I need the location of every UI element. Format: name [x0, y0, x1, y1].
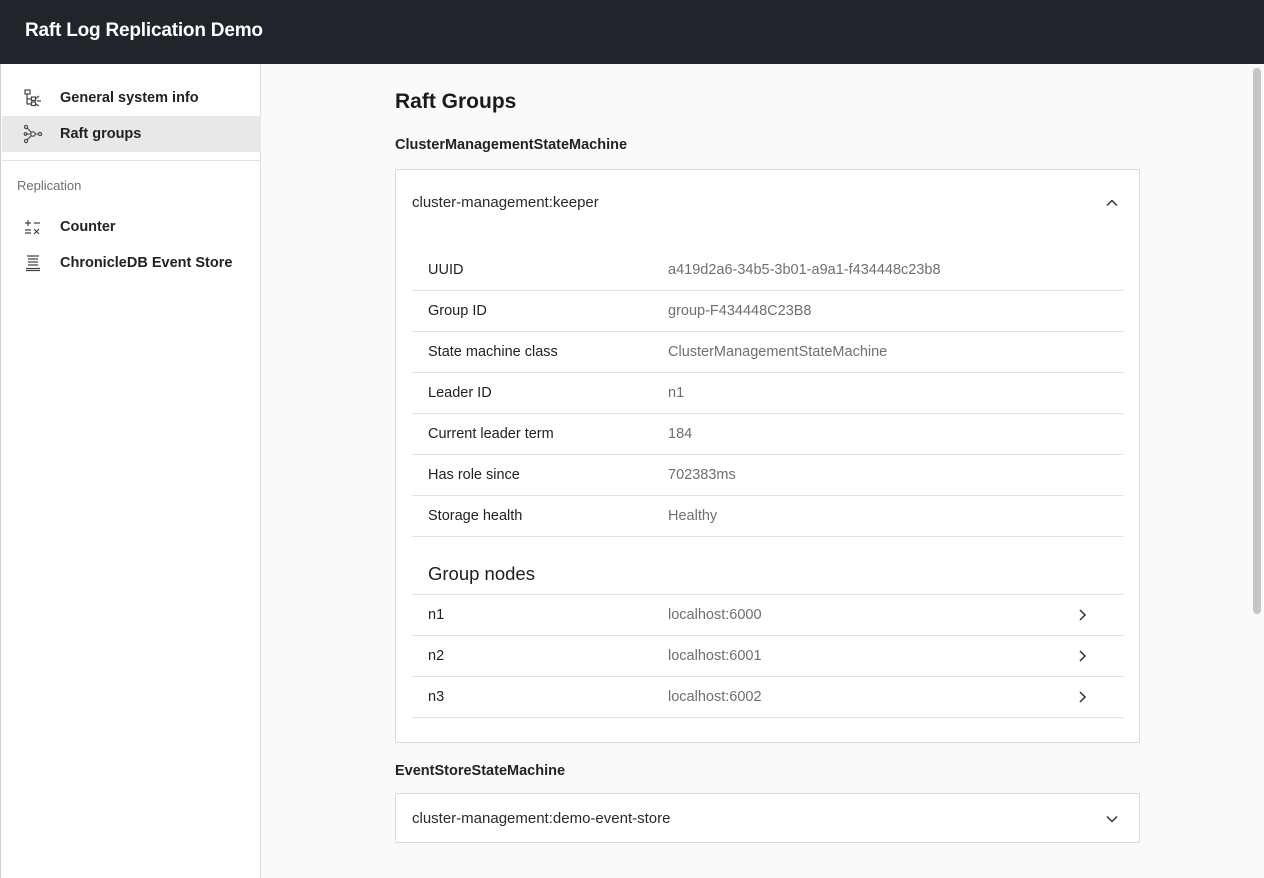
raft-group-panel-collapsed[interactable]: cluster-management:demo-event-store: [395, 793, 1140, 843]
detail-key: UUID: [428, 262, 464, 278]
detail-value: 184: [668, 426, 693, 442]
sidebar-item-chronicledb-event-store[interactable]: ChronicleDB Event Store: [2, 245, 261, 281]
sidebar-item-label: Counter: [60, 219, 116, 235]
counter-icon: [25, 220, 40, 235]
chevron-down-icon[interactable]: [1105, 812, 1119, 826]
node-id: n2: [428, 648, 445, 664]
node-address: localhost:6000: [668, 607, 762, 623]
detail-value: group-F434448C23B8: [668, 303, 812, 319]
raft-groups-icon: [23, 124, 43, 144]
group-heading: ClusterManagementStateMachine: [395, 137, 628, 153]
detail-key: Group ID: [428, 303, 487, 319]
detail-key: Current leader term: [428, 426, 554, 442]
node-address: localhost:6001: [668, 648, 762, 664]
group-heading: EventStoreStateMachine: [395, 763, 566, 779]
system-info-icon: [24, 89, 41, 107]
chevron-right-icon[interactable]: [1075, 690, 1089, 704]
detail-value: a419d2a6-34b5-3b01-a9a1-f434448c23b8: [668, 262, 941, 278]
chevron-up-icon[interactable]: [1105, 196, 1119, 210]
detail-row-uuid: UUID a419d2a6-34b5-3b01-a9a1-f434448c23b…: [412, 250, 1123, 291]
node-id: n1: [428, 607, 445, 623]
node-address: localhost:6002: [668, 689, 762, 705]
node-id: n3: [428, 689, 445, 705]
sidebar-divider: [2, 160, 261, 161]
detail-row-state-machine-class: State machine class ClusterManagementSta…: [412, 332, 1123, 373]
sidebar-item-label: ChronicleDB Event Store: [60, 255, 233, 271]
app-header: Raft Log Replication Demo: [0, 0, 1264, 64]
sidebar-section-label: Replication: [17, 178, 82, 193]
group-node-row[interactable]: n2 localhost:6001: [412, 636, 1123, 677]
raft-group-name[interactable]: cluster-management:demo-event-store: [412, 810, 670, 827]
chevron-right-icon[interactable]: [1075, 608, 1089, 622]
detail-row-group-id: Group ID group-F434448C23B8: [412, 291, 1123, 332]
sidebar-item-general-system-info[interactable]: General system info: [2, 80, 261, 116]
detail-value: 702383ms: [668, 467, 736, 483]
scrollbar[interactable]: [1253, 68, 1261, 614]
sidebar: General system info Raft groups Replicat…: [0, 64, 261, 878]
group-node-row[interactable]: n1 localhost:6000: [412, 594, 1123, 636]
detail-row-leader-id: Leader ID n1: [412, 373, 1123, 414]
detail-key: State machine class: [428, 344, 558, 360]
detail-key: Storage health: [428, 508, 523, 524]
detail-value: ClusterManagementStateMachine: [668, 344, 888, 360]
sidebar-item-label: Raft groups: [60, 126, 142, 142]
page-title: Raft Groups: [395, 90, 517, 113]
event-store-icon: [26, 255, 40, 272]
detail-key: Has role since: [428, 467, 520, 483]
sidebar-item-label: General system info: [60, 90, 199, 106]
detail-row-current-leader-term: Current leader term 184: [412, 414, 1123, 455]
detail-row-storage-health: Storage health Healthy: [412, 496, 1123, 537]
detail-value: n1: [668, 385, 685, 401]
group-node-row[interactable]: n3 localhost:6002: [412, 677, 1123, 718]
group-nodes-title: Group nodes: [428, 563, 535, 584]
app-title: Raft Log Replication Demo: [25, 20, 263, 41]
sidebar-item-counter[interactable]: Counter: [2, 209, 261, 245]
raft-group-panel: cluster-management:keeper UUID a419d2a6-…: [395, 169, 1140, 743]
raft-group-name[interactable]: cluster-management:keeper: [412, 194, 599, 211]
sidebar-item-raft-groups[interactable]: Raft groups: [2, 116, 261, 152]
detail-value: Healthy: [668, 508, 718, 524]
detail-row-has-role-since: Has role since 702383ms: [412, 455, 1123, 496]
chevron-right-icon[interactable]: [1075, 649, 1089, 663]
detail-key: Leader ID: [428, 385, 492, 401]
